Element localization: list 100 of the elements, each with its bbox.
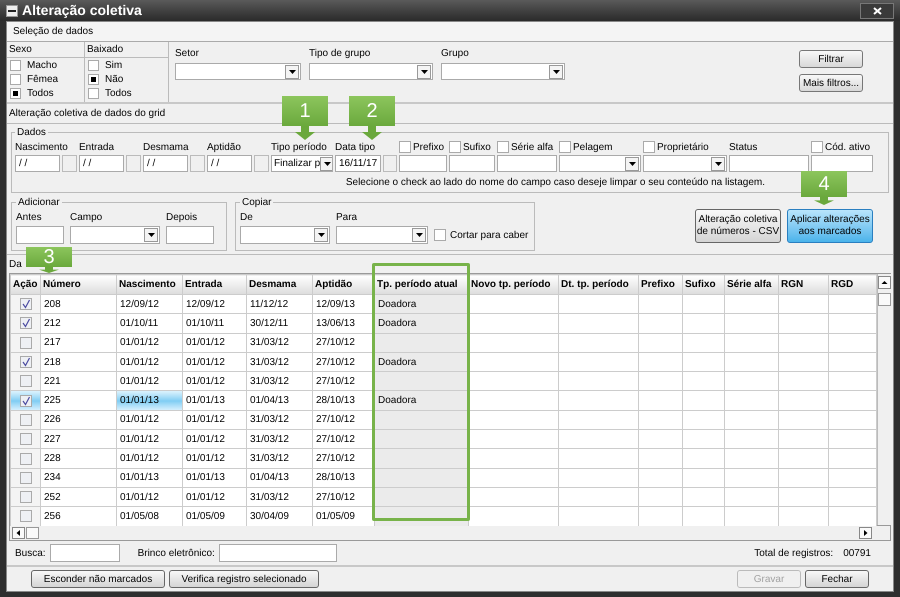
clear-checkbox[interactable] (559, 141, 571, 153)
date-picker-button[interactable] (254, 155, 269, 172)
text-field[interactable] (449, 155, 495, 172)
field-label: Depois (166, 211, 198, 225)
clear-checkbox[interactable] (643, 141, 655, 153)
row-checkbox[interactable] (20, 317, 32, 330)
column-header[interactable]: Novo tp. período (468, 274, 558, 294)
table-cell[interactable] (10, 430, 40, 449)
scroll-left-icon[interactable] (12, 527, 25, 539)
row-checkbox[interactable] (20, 298, 32, 310)
column-header[interactable]: Aptidão (312, 274, 374, 294)
table-cell[interactable] (10, 506, 40, 526)
date-field[interactable]: / / (79, 155, 124, 172)
table-cell[interactable] (10, 372, 40, 391)
text-field[interactable] (811, 155, 873, 172)
table-cell: 28/10/13 (312, 390, 374, 410)
vertical-scrollbar[interactable] (877, 274, 891, 525)
dropdown-field[interactable] (309, 63, 433, 80)
date-picker-button[interactable] (126, 155, 141, 172)
column-header[interactable]: Série alfa (724, 274, 778, 294)
scroll-thumb[interactable] (26, 527, 39, 539)
text-field[interactable] (166, 226, 214, 244)
row-checkbox[interactable] (20, 414, 32, 426)
window-menu-icon[interactable] (6, 4, 18, 16)
table-cell: 01/10/11 (182, 314, 246, 334)
option-checkbox[interactable] (434, 229, 446, 241)
dropdown-field[interactable] (643, 155, 727, 172)
row-checkbox[interactable] (20, 356, 32, 368)
option-checkbox[interactable] (88, 74, 99, 84)
dropdown-field[interactable] (175, 63, 301, 80)
clear-checkbox[interactable] (399, 141, 411, 153)
table-cell[interactable] (10, 487, 40, 507)
button[interactable]: Verifica registro selecionado (169, 570, 319, 588)
column-header[interactable]: Prefixo (638, 274, 682, 294)
table-cell[interactable] (10, 390, 40, 410)
dropdown-field[interactable]: Finalizar p (271, 155, 333, 172)
clear-checkbox[interactable] (449, 141, 461, 153)
column-header[interactable]: Entrada (182, 274, 246, 294)
date-picker-button[interactable] (190, 155, 205, 172)
dropdown-field[interactable] (240, 226, 330, 244)
column-header[interactable]: RGD (828, 274, 876, 294)
dropdown-field[interactable] (441, 63, 565, 80)
text-field[interactable] (16, 226, 64, 244)
button[interactable]: Fechar (805, 570, 869, 588)
option-checkbox[interactable] (88, 88, 99, 98)
scroll-up-icon[interactable] (878, 276, 891, 289)
close-button[interactable] (860, 2, 894, 18)
row-checkbox[interactable] (20, 433, 32, 446)
option-checkbox[interactable] (10, 60, 21, 70)
csv-button[interactable]: Alteração coletiva de números - CSV (695, 209, 781, 243)
table-cell[interactable] (10, 352, 40, 372)
row-checkbox[interactable] (20, 510, 32, 522)
dropdown-field[interactable] (336, 226, 428, 244)
dropdown-field[interactable] (70, 226, 160, 244)
row-checkbox[interactable] (20, 491, 32, 504)
field-label: Antes (16, 211, 43, 225)
column-header[interactable]: Sufixo (682, 274, 724, 294)
table-cell[interactable] (10, 333, 40, 352)
search-field[interactable] (50, 544, 120, 562)
option-checkbox[interactable] (10, 74, 21, 84)
column-header[interactable]: Desmama (246, 274, 312, 294)
scroll-right-icon[interactable] (859, 527, 872, 539)
button[interactable]: Filtrar (799, 50, 863, 68)
table-cell[interactable] (10, 410, 40, 430)
clear-checkbox[interactable] (811, 141, 823, 153)
table-cell[interactable] (10, 294, 40, 314)
option-checkbox[interactable] (88, 60, 99, 70)
date-field[interactable]: 16/11/17 (335, 155, 382, 172)
column-header[interactable]: RGN (778, 274, 828, 294)
date-field[interactable]: / / (207, 155, 252, 172)
row-checkbox[interactable] (20, 452, 32, 465)
table-cell[interactable] (10, 448, 40, 468)
date-picker-button[interactable] (62, 155, 77, 172)
text-field[interactable] (399, 155, 447, 172)
scroll-thumb[interactable] (878, 293, 891, 306)
option-checkbox[interactable] (10, 88, 21, 98)
column-header[interactable]: Ação (10, 274, 40, 294)
table-cell[interactable] (10, 468, 40, 488)
row-checkbox[interactable] (20, 394, 32, 407)
date-picker-button[interactable] (383, 155, 397, 172)
text-field[interactable] (497, 155, 557, 172)
apply-button[interactable]: Aplicar alterações aos marcados (787, 209, 873, 243)
column-header[interactable]: Tp. período atual (374, 274, 468, 294)
tag-field[interactable] (218, 544, 337, 562)
horizontal-scrollbar[interactable] (9, 526, 891, 541)
clear-checkbox[interactable] (497, 141, 509, 153)
group-label: Baixado (85, 42, 168, 58)
column-header[interactable]: Dt. tp. período (558, 274, 638, 294)
button[interactable]: Mais filtros... (799, 74, 863, 92)
column-header[interactable]: Número (40, 274, 116, 294)
date-field[interactable]: / / (15, 155, 60, 172)
row-checkbox[interactable] (20, 336, 32, 349)
button[interactable]: Esconder não marcados (31, 570, 165, 588)
text-field[interactable] (729, 155, 809, 172)
column-header[interactable]: Nascimento (116, 274, 182, 294)
table-cell[interactable] (10, 314, 40, 334)
row-checkbox[interactable] (20, 375, 32, 388)
dropdown-field[interactable] (559, 155, 641, 172)
row-checkbox[interactable] (20, 472, 32, 484)
date-field[interactable]: / / (143, 155, 188, 172)
